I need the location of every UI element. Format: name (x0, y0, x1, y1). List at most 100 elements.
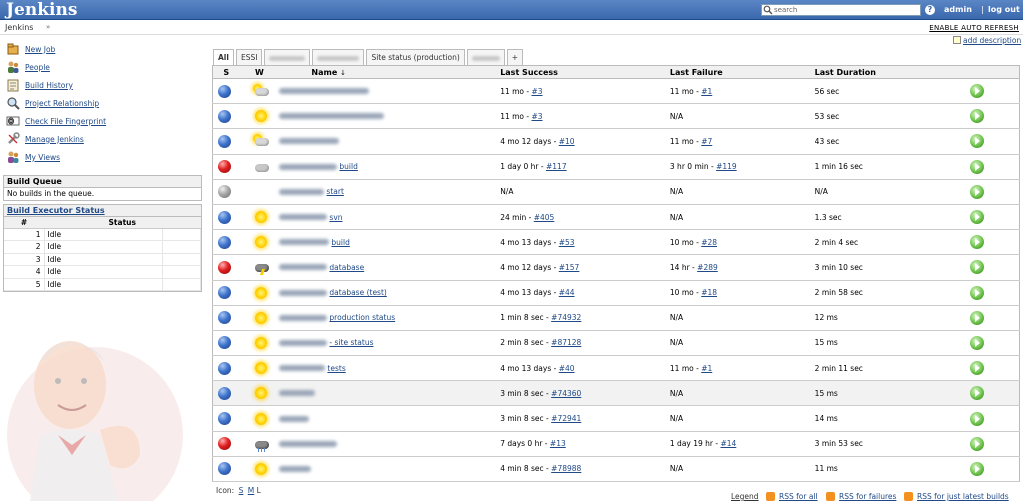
job-name-link[interactable]: - site status (279, 338, 374, 348)
task-new-job[interactable]: New Job (6, 41, 55, 57)
task-label[interactable]: Check File Fingerprint (25, 117, 106, 126)
job-name-link[interactable] (279, 111, 385, 121)
schedule-build-icon[interactable] (970, 310, 984, 325)
job-name-link[interactable]: svn (279, 212, 343, 222)
tab-redacted-1[interactable] (264, 49, 311, 65)
status-blue-ball-icon[interactable] (218, 235, 231, 249)
weather-sun-icon[interactable] (252, 234, 270, 250)
weather-cloud-sun-icon[interactable] (252, 83, 270, 99)
last-success-build-link[interactable]: #3 (531, 112, 542, 121)
last-success-build-link[interactable]: #78988 (551, 464, 581, 473)
schedule-build-icon[interactable] (970, 285, 984, 300)
last-failure-build-link[interactable]: #7 (701, 137, 712, 146)
tab-new-view-button[interactable]: + (506, 49, 524, 65)
job-name-text[interactable]: database (test) (329, 288, 386, 297)
last-success-build-link[interactable]: #3 (531, 87, 542, 96)
last-success-build-link[interactable]: #405 (534, 213, 555, 222)
status-blue-ball-icon[interactable] (218, 311, 231, 325)
rss-latest[interactable]: RSS for just latest builds (904, 492, 1009, 501)
last-success-build-link[interactable]: #40 (559, 364, 575, 373)
job-name-text[interactable]: production status (329, 313, 395, 322)
breadcrumb-arrow-icon[interactable]: » (46, 23, 50, 31)
job-name-link[interactable]: database (279, 262, 364, 272)
job-name-text[interactable]: database (329, 263, 364, 272)
task-manage-jenkins[interactable]: Manage Jenkins (6, 131, 84, 147)
schedule-build-icon[interactable] (970, 235, 984, 250)
status-blue-ball-icon[interactable] (218, 336, 231, 350)
task-people[interactable]: People (6, 59, 50, 75)
status-blue-ball-icon[interactable] (218, 462, 231, 476)
last-success-build-link[interactable]: #72941 (551, 414, 581, 423)
job-name-link[interactable]: build (279, 237, 350, 247)
user-link[interactable]: admin (944, 3, 972, 17)
schedule-build-icon[interactable] (970, 184, 984, 199)
status-blue-ball-icon[interactable] (218, 361, 231, 375)
search-input[interactable]: search (761, 4, 921, 16)
col-weather[interactable]: W (239, 65, 280, 79)
help-icon[interactable]: ? (925, 5, 935, 15)
job-name-link[interactable]: start (279, 187, 344, 197)
rss-latest-link[interactable]: RSS for just latest builds (917, 492, 1009, 501)
job-name-link[interactable] (279, 388, 316, 398)
last-success-build-link[interactable]: #157 (559, 263, 580, 272)
task-label[interactable]: Build History (25, 81, 73, 90)
status-red-ball-icon[interactable] (218, 437, 231, 451)
col-last-failure[interactable]: Last Failure (669, 65, 815, 79)
schedule-build-icon[interactable] (970, 436, 984, 451)
task-project-relationship[interactable]: Project Relationship (6, 95, 99, 111)
status-blue-ball-icon[interactable] (218, 286, 231, 300)
jenkins-logo[interactable]: Jenkins (6, 0, 77, 20)
icon-size-m[interactable]: M (248, 486, 254, 495)
job-name-link[interactable]: production status (279, 313, 395, 323)
task-build-history[interactable]: Build History (6, 77, 73, 93)
status-blue-ball-icon[interactable] (218, 412, 231, 426)
col-last-success[interactable]: Last Success (500, 65, 670, 79)
schedule-build-icon[interactable] (970, 335, 984, 350)
task-my-views[interactable]: My Views (6, 149, 60, 165)
col-last-duration[interactable]: Last Duration (814, 65, 939, 79)
status-blue-ball-icon[interactable] (218, 386, 231, 400)
job-name-text[interactable]: build (331, 238, 349, 247)
job-name-link[interactable]: database (test) (279, 288, 387, 298)
auto-refresh-link[interactable]: ENABLE AUTO REFRESH (929, 24, 1019, 32)
task-label[interactable]: People (25, 63, 50, 72)
rss-all-link[interactable]: RSS for all (779, 492, 818, 501)
status-red-ball-icon[interactable] (218, 260, 231, 274)
last-success-build-link[interactable]: #44 (559, 288, 575, 297)
schedule-build-icon[interactable] (970, 210, 984, 225)
job-name-text[interactable]: svn (329, 213, 342, 222)
last-failure-build-link[interactable]: #18 (701, 288, 717, 297)
weather-sun-icon[interactable] (252, 209, 270, 225)
legend-link[interactable]: Legend (731, 492, 759, 501)
rss-failures-link[interactable]: RSS for failures (839, 492, 896, 501)
breadcrumb-root[interactable]: Jenkins (5, 23, 33, 32)
weather-sun-icon[interactable] (252, 461, 270, 477)
status-red-ball-icon[interactable] (218, 160, 231, 174)
executor-title-link[interactable]: Build Executor Status (7, 206, 105, 215)
weather-sun-icon[interactable] (252, 335, 270, 351)
last-failure-build-link[interactable]: #28 (701, 238, 717, 247)
task-check-fingerprint[interactable]: Check File Fingerprint (6, 113, 106, 129)
rss-all[interactable]: RSS for all (766, 492, 818, 501)
tab-redacted-2[interactable] (312, 49, 365, 65)
weather-sun-icon[interactable] (252, 108, 270, 124)
tab-redacted-3[interactable] (466, 49, 505, 65)
last-success-build-link[interactable]: #87128 (551, 338, 581, 347)
last-success-build-link[interactable]: #74360 (551, 389, 581, 398)
last-failure-build-link[interactable]: #14 (720, 439, 736, 448)
weather-cloud-sun-icon[interactable] (252, 133, 270, 149)
schedule-build-icon[interactable] (970, 386, 984, 401)
weather-rain-icon[interactable] (252, 436, 270, 452)
weather-sun-icon[interactable] (252, 411, 270, 427)
weather-sun-icon[interactable] (252, 360, 270, 376)
schedule-build-icon[interactable] (970, 361, 984, 376)
schedule-build-icon[interactable] (970, 461, 984, 476)
status-blue-ball-icon[interactable] (218, 109, 231, 123)
status-blue-ball-icon[interactable] (218, 210, 231, 224)
schedule-build-icon[interactable] (970, 84, 984, 99)
last-success-build-link[interactable]: #53 (559, 238, 575, 247)
weather-sun-icon[interactable] (252, 285, 270, 301)
job-name-text[interactable]: build (339, 162, 357, 171)
status-grey-ball-icon[interactable] (218, 185, 231, 199)
add-description-link[interactable]: add description (963, 36, 1021, 45)
